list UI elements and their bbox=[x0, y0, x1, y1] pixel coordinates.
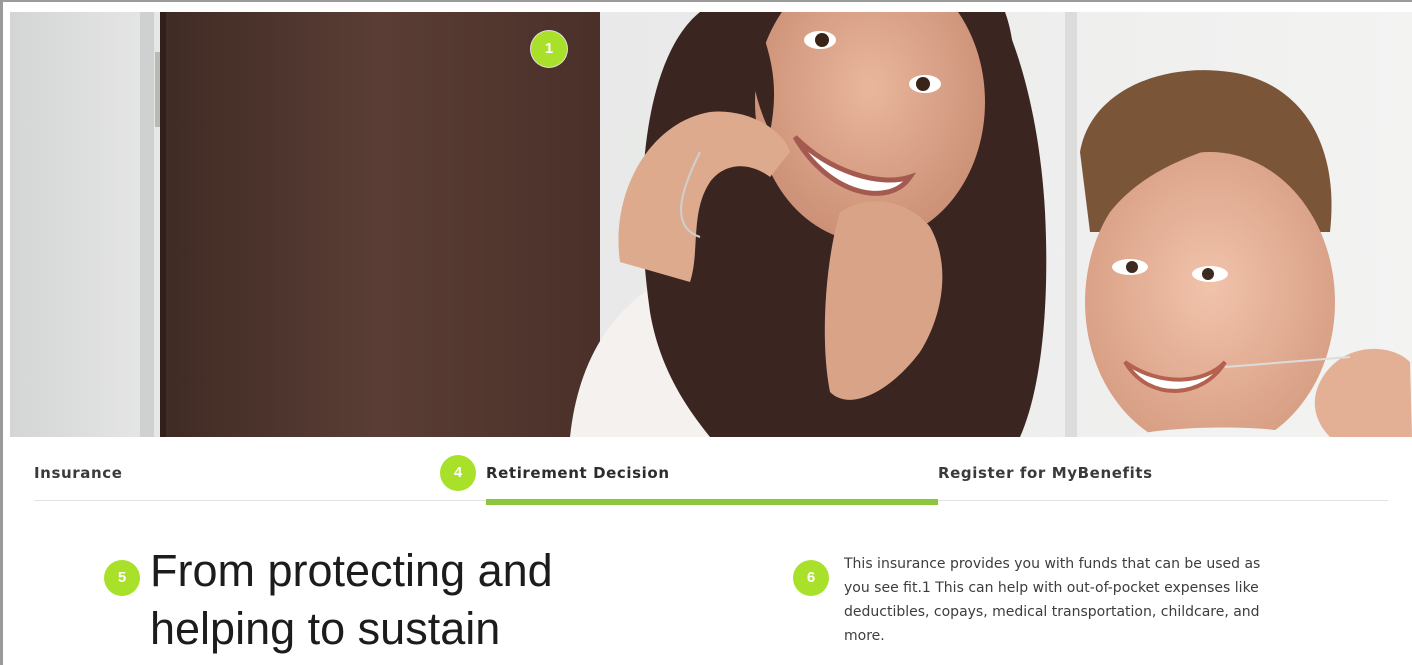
insurance-description: This insurance provides you with funds t… bbox=[844, 556, 1261, 644]
tab-retirement-decision[interactable]: Retirement Decision bbox=[486, 464, 670, 482]
active-tab-indicator bbox=[486, 499, 938, 505]
tab-bar: Insurance Retirement Decision Register f… bbox=[34, 452, 1388, 505]
hero-photo-illustration bbox=[10, 12, 1412, 437]
annotation-marker-1: 1 bbox=[531, 31, 567, 67]
tab-insurance[interactable]: Insurance bbox=[34, 464, 123, 482]
hero-image bbox=[10, 12, 1412, 437]
annotation-marker-6: 6 bbox=[793, 560, 829, 596]
page-headline: From protecting and helping to sustain bbox=[150, 545, 553, 654]
tab-register-for-mybenefits[interactable]: Register for MyBenefits bbox=[938, 464, 1153, 482]
annotation-marker-5: 5 bbox=[104, 560, 140, 596]
annotation-marker-4: 4 bbox=[440, 455, 476, 491]
